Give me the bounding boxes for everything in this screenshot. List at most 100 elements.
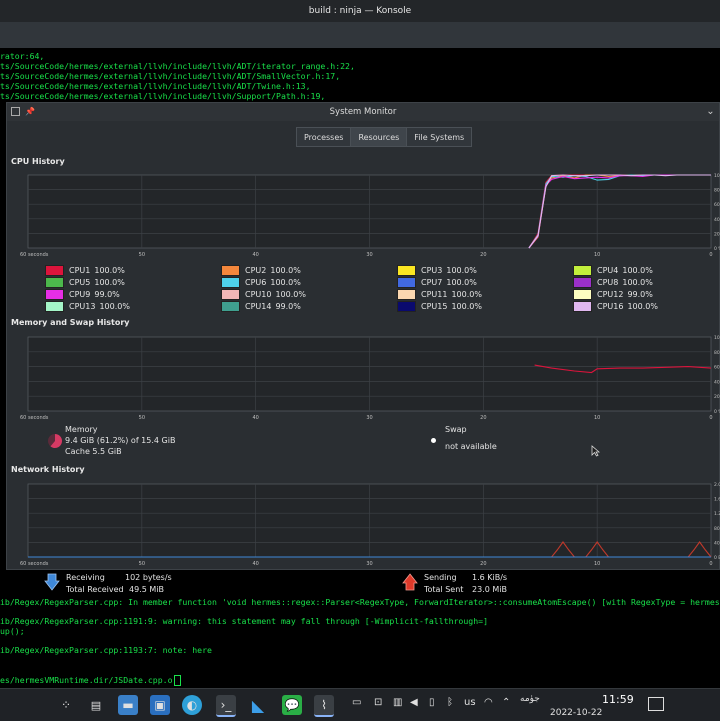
clipboard-icon[interactable]: ▥ [393,697,402,708]
receiving-value: 102 bytes/s [125,573,172,582]
cpu-history-title: CPU History [11,157,65,166]
bluetooth-icon[interactable]: ᛒ [447,697,453,708]
cpu-legend-item: CPU7 100.0% [397,277,477,288]
memory-swap-history-title: Memory and Swap History [11,318,130,327]
sending-value: 1.6 KiB/s [472,573,508,582]
total-sent-label: Total Sent [424,585,464,594]
upload-arrow-icon [402,573,418,591]
x-tick-label: 20 [480,415,486,421]
x-tick-label: 40 [252,415,258,421]
cpu-legend-value: 100.0% [446,266,477,275]
total-received-label: Total Received [66,585,124,594]
cpu-legend-value: 100.0% [94,278,125,287]
cpu-chart: 60 seconds 50 40 30 20 10 0 100 % 80 % 60 % 40 % 20… [20,173,720,258]
file-manager-icon[interactable]: ▬ [118,695,138,715]
cpu-legend-item: CPU8 100.0% [573,277,653,288]
tray-expand-icon[interactable]: ⌃ [502,697,510,708]
hardware-icon[interactable]: ⊡ [374,697,382,708]
cpu-legend-item: CPU11 100.0% [397,289,482,300]
cpu-color-swatch [45,289,64,300]
cpu-legend-label: CPU15 [421,302,448,311]
x-tick-label: 40 [252,252,258,258]
cpu-legend-label: CPU6 [245,278,267,287]
tab-processes[interactable]: Processes [296,127,352,147]
system-monitor-taskbar-icon[interactable]: ⌇ [314,695,334,717]
battery-icon[interactable]: ▯ [429,697,435,708]
show-desktop-icon[interactable] [648,697,664,711]
x-tick-label: 10 [594,561,600,567]
terminal-cursor [173,675,181,686]
terminal-icon[interactable]: ›_ [216,695,236,717]
cpu-legend-value: 100.0% [275,290,306,299]
volume-icon[interactable]: ◀ [410,697,418,708]
y-tick-label: 80 % [714,350,720,356]
y-tick-label: 1.2 KiB/s [714,511,720,517]
cpu-color-swatch [573,289,592,300]
cpu-legend-value: 100.0% [622,278,653,287]
y-tick-label: 80 % [714,188,720,194]
app-launcher-icon[interactable]: ⁘ [56,695,76,715]
terminal-line: ts/SourceCode/hermes/external/llvh/inclu… [0,61,355,71]
y-tick-label: 60 % [714,202,720,208]
store-icon[interactable]: ▣ [150,695,170,715]
system-monitor-titlebar[interactable]: 📌 System Monitor ⌄ [7,103,719,121]
cpu-color-swatch [221,289,240,300]
y-tick-label: 40 % [714,379,720,385]
task-manager-icon[interactable]: ▤ [86,695,106,715]
terminal-line: up(); [0,626,25,636]
clock-time[interactable]: 11:59 [602,693,634,706]
x-tick-label: 0 [709,252,712,258]
clock-date[interactable]: 2022-10-22 [550,708,602,718]
keyboard-layout[interactable]: us [464,697,476,708]
cpu-legend-item: CPU10 100.0% [221,289,306,300]
vscode-icon[interactable]: ◣ [248,695,268,715]
cpu-legend-item: CPU4 100.0% [573,265,653,276]
cpu-legend-item: CPU16 100.0% [573,301,658,312]
x-tick-label: 30 [366,561,372,567]
browser-icon[interactable]: ◐ [182,695,202,715]
x-tick-label: 40 [252,561,258,567]
konsole-window-title: build : ninja — Konsole [308,6,412,16]
display-icon[interactable]: ▭ [352,697,361,708]
x-tick-label: 20 [480,252,486,258]
cpu-legend-value: 100.0% [451,290,482,299]
konsole-toolbar [0,22,720,48]
sending-label: Sending [424,573,457,582]
y-tick-label: 20 % [714,231,720,237]
tab-resources[interactable]: Resources [350,127,408,147]
y-tick-label: 800 B/s [714,526,720,532]
cpu-color-swatch [573,301,592,312]
x-tick-label: 10 [594,252,600,258]
cpu-legend-label: CPU3 [421,266,443,275]
cpu-color-swatch [397,277,416,288]
pin-icon[interactable]: 📌 [25,107,35,116]
cpu-legend-value: 99.0% [94,290,120,299]
terminal-line: ts/SourceCode/hermes/external/llvh/inclu… [0,81,311,91]
taskbar: ⁘ ▤ ▬ ▣ ◐ ›_ ◣ 💬 ⌇ ▭ ⊡ ▥ ◀ ▯ ᛒ us ◠ ⌃ جۈ… [0,688,720,721]
window-menu-icon[interactable] [11,107,20,116]
terminal-line: rator:64, [0,51,45,61]
clock-day: جۈمە [520,694,540,704]
x-tick-label: 0 [709,561,712,567]
y-tick-label: 2.0 KiB/s [714,482,720,488]
terminal-line: ib/Regex/RegexParser.cpp:1193:7: note: h… [0,645,212,655]
mouse-pointer-icon [591,445,600,457]
chevron-down-icon[interactable]: ⌄ [706,107,715,117]
cpu-legend-item: CPU14 99.0% [221,301,301,312]
y-tick-label: 60 % [714,365,720,371]
terminal-line: ib/Regex/RegexParser.cpp: In member func… [0,597,720,607]
cpu-legend-value: 100.0% [451,302,482,311]
system-monitor-window: 📌 System Monitor ⌄ Processes Resources F… [6,102,720,594]
wifi-icon[interactable]: ◠ [484,697,493,708]
memory-cache: Cache 5.5 GiB [65,447,122,456]
cpu-legend-value: 99.0% [275,302,301,311]
cpu-legend-item: CPU15 100.0% [397,301,482,312]
receiving-label: Receiving [66,573,105,582]
cpu-legend-label: CPU2 [245,266,267,275]
tab-file-systems[interactable]: File Systems [406,127,473,147]
total-sent-value: 23.0 MiB [472,585,507,594]
cpu-legend-label: CPU16 [597,302,624,311]
cpu-legend-item: CPU5 100.0% [45,277,125,288]
wechat-icon[interactable]: 💬 [282,695,302,715]
y-tick-label: 400 B/s [714,540,720,546]
